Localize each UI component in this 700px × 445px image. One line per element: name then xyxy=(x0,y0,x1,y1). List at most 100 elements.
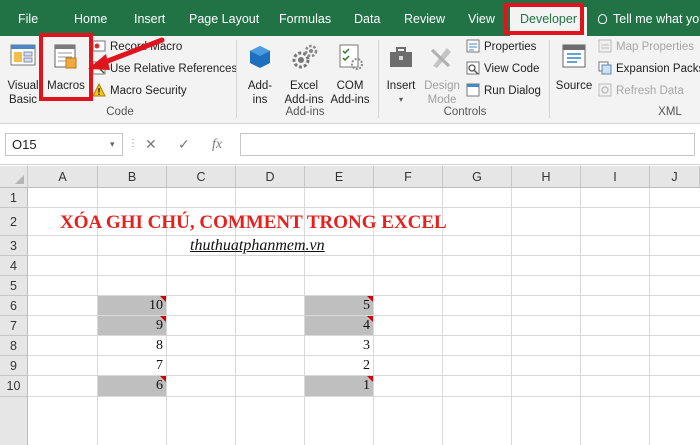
column-header-h[interactable]: H xyxy=(512,166,581,188)
sheet-title[interactable]: XÓA GHI CHÚ, COMMENT TRONG EXCEL xyxy=(60,212,447,234)
properties-button[interactable]: Properties xyxy=(466,38,536,56)
tab-data[interactable]: Data xyxy=(354,0,380,36)
red-arrow-icon xyxy=(88,37,165,70)
gridline xyxy=(28,235,700,236)
toolbox-icon xyxy=(390,47,412,67)
developer-tab-highlight xyxy=(504,3,584,35)
source-button[interactable]: Source xyxy=(554,42,594,93)
tab-review[interactable]: Review xyxy=(404,0,445,36)
name-box-dropdown-icon[interactable]: ▾ xyxy=(110,133,122,156)
cell-b6[interactable]: 10 xyxy=(98,296,166,315)
cell-b9[interactable]: 7 xyxy=(98,356,166,375)
name-box[interactable]: O15 xyxy=(5,133,123,156)
visual-basic-label-2: Basic xyxy=(8,94,38,106)
add-ins-label-1: Add- xyxy=(247,80,273,92)
enter-icon[interactable]: ✓ xyxy=(178,133,190,156)
gridline xyxy=(28,207,700,208)
properties-label: Properties xyxy=(484,41,537,53)
row-header-blank xyxy=(0,397,28,445)
cell-e9[interactable]: 2 xyxy=(305,356,373,375)
cell-b8[interactable]: 8 xyxy=(98,336,166,355)
row-header-2[interactable]: 2 xyxy=(0,208,28,236)
tab-page-layout[interactable]: Page Layout xyxy=(189,0,259,36)
run-dialog-icon xyxy=(466,83,480,97)
cell-e8[interactable]: 3 xyxy=(305,336,373,355)
checklist-icon xyxy=(339,44,363,70)
cancel-icon[interactable]: ✕ xyxy=(145,133,157,156)
visual-basic-icon xyxy=(10,44,36,66)
map-properties-label: Map Properties xyxy=(616,41,694,53)
visual-basic-label-1: Visual xyxy=(7,80,39,92)
tab-formulas[interactable]: Formulas xyxy=(279,0,331,36)
gridline xyxy=(580,188,581,445)
group-divider xyxy=(378,40,379,118)
com-add-ins-label-1: COM xyxy=(336,80,364,92)
row-header-3[interactable]: 3 xyxy=(0,236,28,256)
tab-home[interactable]: Home xyxy=(74,0,107,36)
cell-e10[interactable]: 1 xyxy=(305,376,373,396)
run-dialog-button[interactable]: Run Dialog xyxy=(466,82,541,100)
row-header-10[interactable]: 10 xyxy=(0,376,28,397)
visual-basic-button[interactable]: Visual Basic xyxy=(4,42,42,107)
column-header-f[interactable]: F xyxy=(374,166,443,188)
tab-insert[interactable]: Insert xyxy=(134,0,165,36)
xml-group-label: XML xyxy=(658,106,682,118)
gridline xyxy=(649,188,650,445)
gear-icon xyxy=(292,44,318,69)
design-mode-icon xyxy=(430,48,451,68)
row-header-7[interactable]: 7 xyxy=(0,316,28,336)
design-mode-button[interactable]: Design Mode xyxy=(421,42,463,107)
add-ins-button[interactable]: Add- ins xyxy=(240,42,280,107)
insert-function-icon[interactable]: fx xyxy=(212,133,222,156)
expansion-packs-button[interactable]: Expansion Packs xyxy=(598,60,700,78)
chevron-down-icon: ▾ xyxy=(398,95,403,104)
insert-control-button[interactable]: Insert ▾ xyxy=(382,42,420,107)
row-header-9[interactable]: 9 xyxy=(0,356,28,376)
cell-e7[interactable]: 4 xyxy=(305,316,373,335)
cell-b7[interactable]: 9 xyxy=(98,316,166,335)
cell-e6[interactable]: 5 xyxy=(305,296,373,315)
refresh-data-button[interactable]: Refresh Data xyxy=(598,82,684,100)
source-label: Source xyxy=(555,80,593,92)
map-properties-button[interactable]: Map Properties xyxy=(598,38,694,56)
tell-me-search[interactable]: Tell me what you xyxy=(598,0,700,36)
select-all-button[interactable] xyxy=(0,166,28,188)
column-header-j[interactable]: J xyxy=(650,166,700,188)
view-code-button[interactable]: View Code xyxy=(466,60,539,78)
tab-view[interactable]: View xyxy=(468,0,495,36)
column-header-c[interactable]: C xyxy=(167,166,236,188)
column-header-b[interactable]: B xyxy=(98,166,167,188)
add-ins-label-2: ins xyxy=(252,94,268,106)
column-header-a[interactable]: A xyxy=(28,166,98,188)
gridline xyxy=(28,275,700,276)
column-header-i[interactable]: I xyxy=(581,166,650,188)
view-code-label: View Code xyxy=(484,63,540,75)
row-header-8[interactable]: 8 xyxy=(0,336,28,356)
run-dialog-label: Run Dialog xyxy=(484,85,541,97)
cell-b10[interactable]: 6 xyxy=(98,376,166,396)
map-properties-icon xyxy=(598,39,612,53)
sheet-subtitle[interactable]: thuthuatphanmem.vn xyxy=(190,237,325,255)
excel-add-ins-label-1: Excel xyxy=(289,80,319,92)
com-add-ins-button[interactable]: COM Add-ins xyxy=(328,42,372,107)
row-header-6[interactable]: 6 xyxy=(0,296,28,316)
gridline xyxy=(28,396,700,397)
formula-input[interactable] xyxy=(240,133,695,156)
column-header-e[interactable]: E xyxy=(305,166,374,188)
worksheet-grid: A B C D E F G H I J 1 2 3 4 5 6 7 8 9 10… xyxy=(0,166,700,445)
excel-add-ins-button[interactable]: Excel Add-ins xyxy=(282,42,326,107)
design-mode-label-2: Mode xyxy=(427,94,457,106)
lightbulb-icon xyxy=(598,14,607,24)
row-header-5[interactable]: 5 xyxy=(0,276,28,296)
xml-source-icon xyxy=(562,44,586,68)
group-divider xyxy=(549,40,550,118)
row-header-1[interactable]: 1 xyxy=(0,188,28,208)
macro-security-button[interactable]: Macro Security xyxy=(92,82,187,100)
insert-control-label: Insert xyxy=(386,80,416,92)
properties-icon xyxy=(466,39,480,53)
row-header-4[interactable]: 4 xyxy=(0,256,28,276)
column-header-g[interactable]: G xyxy=(443,166,512,188)
column-header-d[interactable]: D xyxy=(236,166,305,188)
tab-file[interactable]: File xyxy=(18,0,38,36)
macros-button-highlight xyxy=(39,33,93,101)
